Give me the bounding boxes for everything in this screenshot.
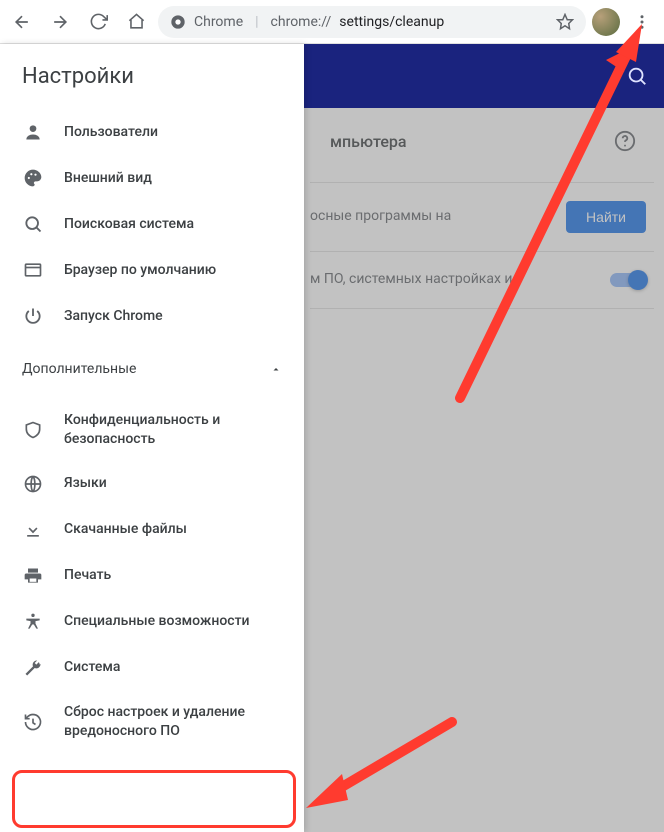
sidebar-item-default-browser[interactable]: Браузер по умолчанию [0,247,298,293]
sidebar-item-privacy[interactable]: Конфиденциальность и безопасность [0,399,298,461]
url-scheme: chrome:// [271,14,332,30]
reload-button[interactable] [82,6,114,38]
accessibility-icon [22,611,44,633]
sidebar-item-label: Запуск Chrome [64,307,163,326]
settings-sidebar: Настройки Пользователи Внешний вид Поиск… [0,44,304,832]
palette-icon [22,167,44,189]
power-icon [22,305,44,327]
chrome-logo-icon [170,14,186,30]
sidebar-item-users[interactable]: Пользователи [0,109,298,155]
sidebar-item-label: Система [64,658,120,677]
globe-icon [22,473,44,495]
sidebar-item-label: Пользователи [64,123,158,142]
sidebar-item-downloads[interactable]: Скачанные файлы [0,507,298,553]
sidebar-item-label: Языки [64,474,107,493]
person-icon [22,121,44,143]
sidebar-item-accessibility[interactable]: Специальные возможности [0,599,298,645]
sidebar-basic-list: Пользователи Внешний вид Поисковая систе… [0,101,304,347]
url-separator: | [255,14,258,30]
sidebar-item-appearance[interactable]: Внешний вид [0,155,298,201]
sidebar-item-label: Внешний вид [64,169,152,188]
shield-icon [22,419,44,441]
sidebar-item-label: Сброс настроек и удаление вредоносного П… [64,703,276,741]
sidebar-item-reset-cleanup[interactable]: Сброс настроек и удаление вредоносного П… [0,691,298,753]
sidebar-item-search-engine[interactable]: Поисковая система [0,201,298,247]
search-icon [22,213,44,235]
sidebar-title: Настройки [0,44,304,101]
download-icon [22,519,44,541]
home-icon [127,12,146,31]
browser-icon [22,259,44,281]
annotation-arrow-top [420,18,660,418]
arrow-left-icon [12,12,32,32]
forward-button[interactable] [44,6,76,38]
sidebar-item-label: Печать [64,566,111,585]
restore-icon [22,711,44,733]
sidebar-item-languages[interactable]: Языки [0,461,298,507]
sidebar-item-label: Специальные возможности [64,612,250,631]
sidebar-section-label: Дополнительные [22,361,136,377]
sidebar-item-startup[interactable]: Запуск Chrome [0,293,298,339]
url-origin-label: Chrome [194,14,243,30]
sidebar-item-system[interactable]: Система [0,645,298,691]
sidebar-item-label: Поисковая система [64,215,194,234]
sidebar-item-print[interactable]: Печать [0,553,298,599]
home-button[interactable] [120,6,152,38]
sidebar-item-label: Конфиденциальность и безопасность [64,411,276,449]
arrow-right-icon [50,12,70,32]
sidebar-item-label: Скачанные файлы [64,520,187,539]
print-icon [22,565,44,587]
back-button[interactable] [6,6,38,38]
sidebar-advanced-toggle[interactable]: Дополнительные [0,347,304,391]
content-area: Настройки мпьютера осные программы на На… [0,44,664,832]
wrench-icon [22,657,44,679]
annotation-arrow-bottom [292,712,472,822]
reload-icon [89,12,108,31]
sidebar-advanced-list: Конфиденциальность и безопасность Языки … [0,391,304,761]
chevron-up-icon [270,363,282,375]
sidebar-item-label: Браузер по умолчанию [64,261,216,280]
